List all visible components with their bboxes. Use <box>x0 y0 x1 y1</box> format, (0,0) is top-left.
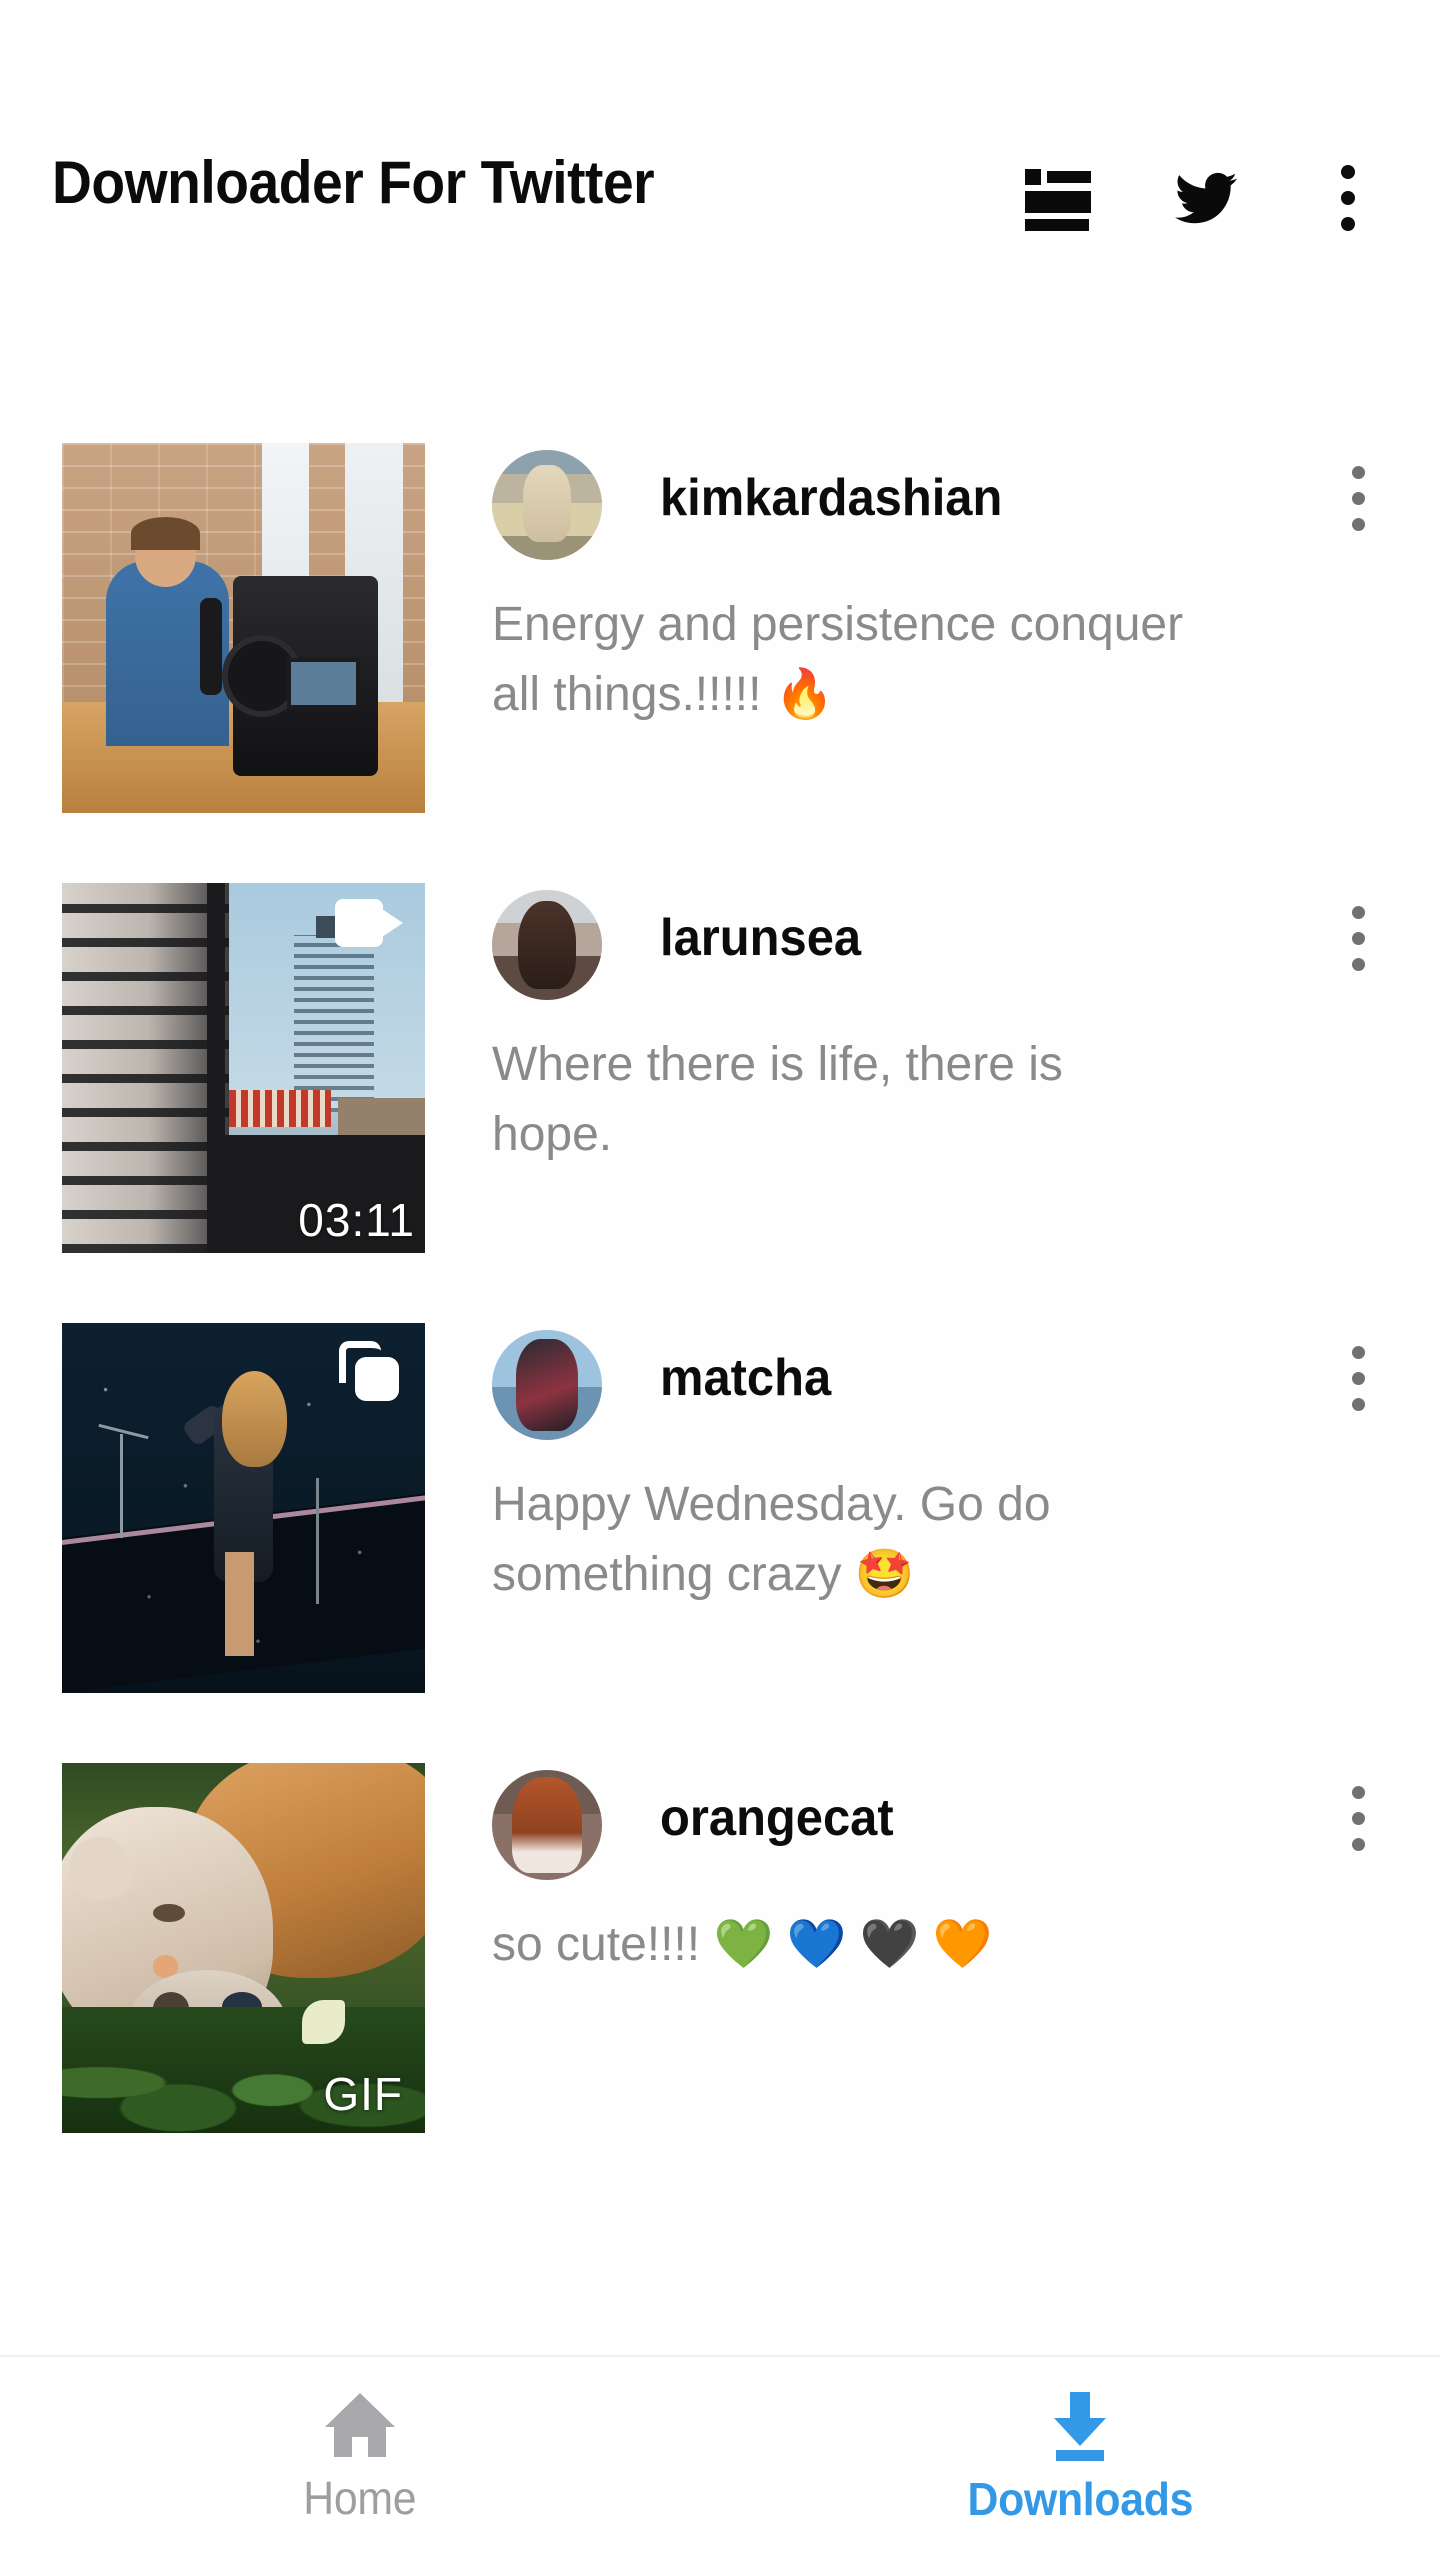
download-icon <box>1045 2391 1115 2461</box>
avatar[interactable] <box>492 1770 602 1880</box>
thumbnail-image <box>62 443 425 813</box>
overflow-menu-icon <box>1351 465 1365 531</box>
avatar-image <box>492 1330 602 1440</box>
media-thumbnail[interactable]: 03:11 <box>62 883 425 1253</box>
list-item[interactable]: kimkardashian Energy and persistence con… <box>0 408 1440 848</box>
avatar[interactable] <box>492 1330 602 1440</box>
username-label: larunsea <box>660 909 862 967</box>
twitter-button[interactable] <box>1158 150 1254 246</box>
item-overflow-button[interactable] <box>1318 890 1398 986</box>
caption-text: Happy Wednesday. Go do something crazy 🤩 <box>492 1478 1051 1601</box>
album-carousel-icon <box>339 1341 399 1401</box>
bottom-navigation: Home Downloads <box>0 2355 1440 2560</box>
page-title: Downloader For Twitter <box>52 149 655 216</box>
nav-item-downloads[interactable]: Downloads <box>720 2357 1440 2560</box>
twitter-bird-icon <box>1170 167 1242 229</box>
avatar-image <box>492 890 602 1000</box>
list-item[interactable]: matcha Happy Wednesday. Go do something … <box>0 1288 1440 1728</box>
caption-text: Energy and persistence conquer all thing… <box>492 598 1184 721</box>
article-list-icon <box>1025 169 1091 231</box>
media-thumbnail[interactable] <box>62 443 425 813</box>
caption-text: so cute!!!! 💚 💙 🖤 🧡 <box>492 1918 993 1971</box>
overflow-menu-icon <box>1351 905 1365 971</box>
home-icon <box>325 2392 395 2457</box>
overflow-menu-icon <box>1341 165 1355 231</box>
video-camera-icon <box>335 899 403 947</box>
overflow-menu-icon <box>1351 1345 1365 1411</box>
download-list[interactable]: kimkardashian Energy and persistence con… <box>0 310 1440 2355</box>
item-overflow-button[interactable] <box>1318 1330 1398 1426</box>
username-label: orangecat <box>660 1789 894 1847</box>
username-label: kimkardashian <box>660 469 1003 527</box>
nav-item-label: Downloads <box>967 2472 1193 2525</box>
item-overflow-button[interactable] <box>1318 450 1398 546</box>
list-item[interactable]: GIF orangecat so cute!!!! 💚 💙 🖤 🧡 <box>0 1728 1440 2168</box>
avatar[interactable] <box>492 450 602 560</box>
gif-badge: GIF <box>323 2068 403 2120</box>
overflow-menu-icon <box>1351 1785 1365 1851</box>
nav-item-label: Home <box>303 2471 417 2524</box>
item-overflow-button[interactable] <box>1318 1770 1398 1866</box>
avatar-image <box>492 450 602 560</box>
app-bar: Downloader For Twitter <box>0 0 1440 310</box>
caption-text: Where there is life, there is hope. <box>492 1038 1063 1161</box>
username-label: matcha <box>660 1349 832 1407</box>
avatar[interactable] <box>492 890 602 1000</box>
article-list-button[interactable] <box>1010 150 1106 246</box>
nav-item-home[interactable]: Home <box>0 2357 720 2560</box>
media-thumbnail[interactable] <box>62 1323 425 1693</box>
media-thumbnail[interactable]: GIF <box>62 1763 425 2133</box>
overflow-menu-button[interactable] <box>1300 150 1396 246</box>
avatar-image <box>492 1770 602 1880</box>
list-item[interactable]: 03:11 larunsea Where there is life, ther… <box>0 848 1440 1288</box>
video-duration-badge: 03:11 <box>298 1194 415 1246</box>
